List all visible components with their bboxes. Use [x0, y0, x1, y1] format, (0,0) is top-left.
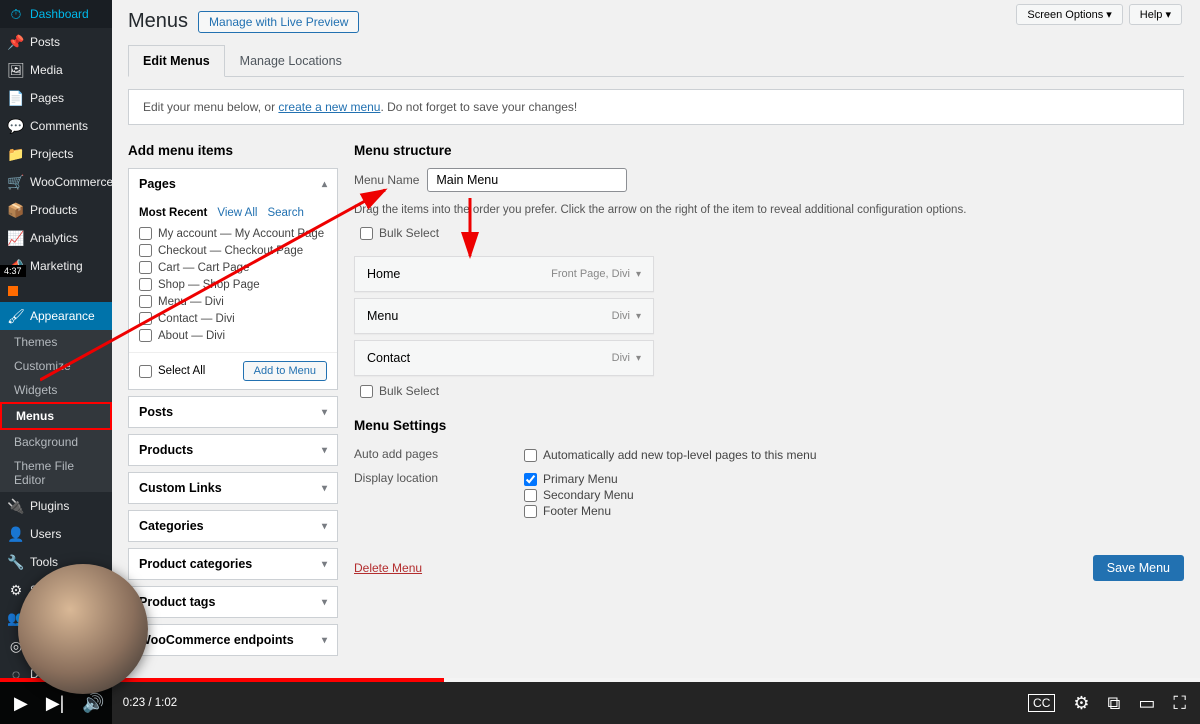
projects-icon: 📁 — [8, 146, 24, 162]
opt-footer-menu[interactable]: Footer Menu — [524, 503, 634, 519]
products-icon: 📦 — [8, 202, 24, 218]
play-button[interactable]: ▶ — [14, 693, 28, 714]
screen-options-button[interactable]: Screen Options ▾ — [1016, 4, 1122, 25]
caret-down-icon: ▾ — [322, 597, 327, 608]
appearance-icon: 🖌 — [8, 308, 24, 324]
page-title: Menus — [128, 10, 188, 33]
next-button[interactable]: ▶| — [46, 693, 65, 714]
setting-display-location-label: Display location — [354, 471, 524, 519]
settings-icon: ⚙ — [8, 582, 24, 598]
info-notice: Edit your menu below, or create a new me… — [128, 89, 1184, 125]
live-preview-button[interactable]: Manage with Live Preview — [198, 11, 359, 33]
setting-auto-add-label: Auto add pages — [354, 447, 524, 463]
video-player-controls: ▶ ▶| 🔊 0:23 / 1:02 CC ⚙ ⧉ ▭ ⛶ — [0, 682, 1200, 724]
orange-dot-icon — [8, 286, 18, 296]
caret-down-icon: ▾ — [322, 635, 327, 646]
delete-menu-link[interactable]: Delete Menu — [354, 561, 422, 575]
sidebar-item-projects[interactable]: 📁Projects — [0, 140, 112, 168]
submenu-theme-file-editor[interactable]: Theme File Editor — [0, 454, 112, 492]
chevron-down-icon[interactable]: ▾ — [636, 353, 641, 364]
submenu-background[interactable]: Background — [0, 430, 112, 454]
cc-button[interactable]: CC — [1028, 694, 1055, 712]
menu-settings-title: Menu Settings — [354, 418, 1184, 433]
help-button[interactable]: Help ▾ — [1129, 4, 1182, 25]
panel-products-header[interactable]: Products▾ — [129, 435, 337, 465]
tab-manage-locations[interactable]: Manage Locations — [225, 45, 357, 77]
theater-mode-icon[interactable]: ▭ — [1138, 693, 1155, 714]
video-timestamp-badge: 4:37 — [0, 265, 26, 277]
caret-down-icon: ▾ — [322, 483, 327, 494]
panel-categories-header[interactable]: Categories▾ — [129, 511, 337, 541]
sidebar-item-comments[interactable]: 💬Comments — [0, 112, 112, 140]
pages-icon: 📄 — [8, 90, 24, 106]
woocommerce-icon: 🛒 — [8, 174, 24, 190]
posts-icon: 📌 — [8, 34, 24, 50]
sidebar-item-pages[interactable]: 📄Pages — [0, 84, 112, 112]
users-icon: 👤 — [8, 526, 24, 542]
settings-gear-icon[interactable]: ⚙ — [1073, 693, 1089, 714]
chevron-down-icon[interactable]: ▾ — [636, 269, 641, 280]
caret-down-icon: ▾ — [322, 521, 327, 532]
dashboard-icon: ⏱ — [8, 6, 24, 22]
video-time: 0:23 / 1:02 — [123, 697, 177, 709]
chevron-down-icon[interactable]: ▾ — [636, 311, 641, 322]
analytics-icon: 📈 — [8, 230, 24, 246]
opt-primary-menu[interactable]: Primary Menu — [524, 471, 634, 487]
panel-custom-links-header[interactable]: Custom Links▾ — [129, 473, 337, 503]
caret-down-icon: ▾ — [322, 559, 327, 570]
submenu-menus[interactable]: Menus — [0, 402, 112, 430]
menu-structure-title: Menu structure — [354, 143, 1184, 158]
sidebar-item-plugins[interactable]: 🔌Plugins — [0, 492, 112, 520]
menu-tabs: Edit Menus Manage Locations — [128, 45, 1184, 77]
panel-posts-header[interactable]: Posts▾ — [129, 397, 337, 427]
sidebar-item-posts[interactable]: 📌Posts — [0, 28, 112, 56]
miniplayer-icon[interactable]: ⧉ — [1108, 693, 1121, 714]
red-arrow-down — [458, 198, 482, 268]
bulk-select-bottom-checkbox[interactable] — [360, 385, 373, 398]
comments-icon: 💬 — [8, 118, 24, 134]
opt-auto-add-pages[interactable]: Automatically add new top-level pages to… — [524, 447, 817, 463]
sidebar-item-users[interactable]: 👤Users — [0, 520, 112, 548]
sidebar-item-dashboard[interactable]: ⏱Dashboard — [0, 0, 112, 28]
opt-secondary-menu[interactable]: Secondary Menu — [524, 487, 634, 503]
caret-down-icon: ▾ — [322, 407, 327, 418]
tools-icon: 🔧 — [8, 554, 24, 570]
add-menu-items-title: Add menu items — [128, 143, 338, 158]
save-menu-button[interactable]: Save Menu — [1093, 555, 1184, 581]
video-progress-bar[interactable] — [0, 678, 1200, 682]
caret-down-icon: ▾ — [322, 445, 327, 456]
volume-button[interactable]: 🔊 — [82, 693, 104, 714]
panel-woocommerce-endpoints-header[interactable]: WooCommerce endpoints▾ — [129, 625, 337, 655]
plugins-icon: 🔌 — [8, 498, 24, 514]
presenter-webcam-circle — [18, 564, 148, 694]
menu-name-input[interactable] — [427, 168, 627, 192]
sidebar-item-media[interactable]: 🖼Media — [0, 56, 112, 84]
media-icon: 🖼 — [8, 62, 24, 78]
panel-product-tags-header[interactable]: Product tags▾ — [129, 587, 337, 617]
fullscreen-icon[interactable]: ⛶ — [1173, 693, 1186, 714]
red-arrow-diagonal — [40, 185, 400, 385]
create-new-menu-link[interactable]: create a new menu — [278, 100, 380, 114]
tab-edit-menus[interactable]: Edit Menus — [128, 45, 225, 77]
panel-product-categories-header[interactable]: Product categories▾ — [129, 549, 337, 579]
